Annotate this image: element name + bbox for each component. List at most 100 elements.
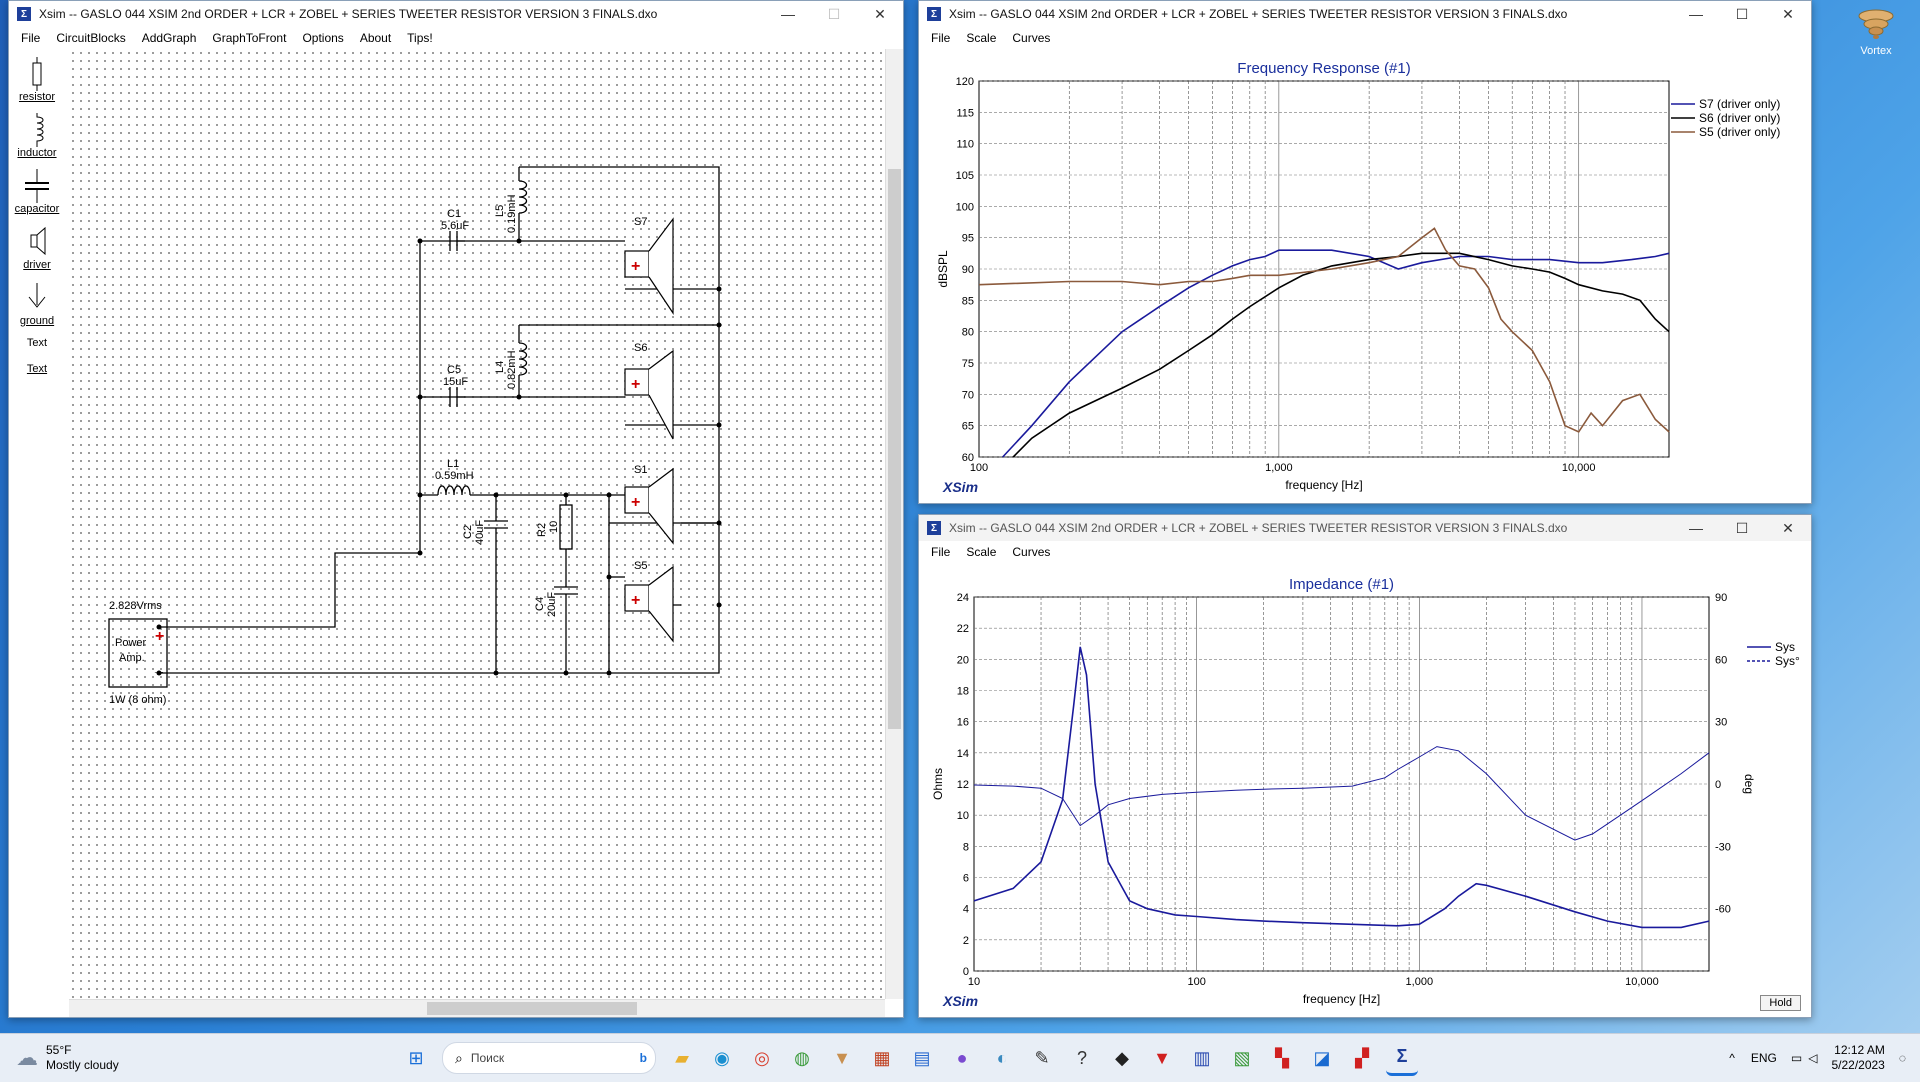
tool-resistor[interactable]: resistor	[9, 57, 65, 103]
horizontal-scrollbar[interactable]	[69, 999, 885, 1017]
menu-options[interactable]: Options	[294, 31, 351, 45]
menu-scale[interactable]: Scale	[958, 31, 1004, 45]
tool-ground[interactable]: ground	[9, 281, 65, 327]
clock-time: 12:12 AM	[1834, 1043, 1885, 1057]
title-bar[interactable]: Σ Xsim -- GASLO 044 XSIM 2nd ORDER + LCR…	[919, 515, 1811, 541]
menu-graphtofront[interactable]: GraphToFront	[204, 31, 294, 45]
help-icon[interactable]: ?	[1066, 1042, 1098, 1074]
y-tick-label: 110	[956, 139, 974, 151]
app-icon-blue[interactable]: ◪	[1306, 1042, 1338, 1074]
maximize-button[interactable]: ☐	[811, 1, 857, 27]
r2-label: R2	[536, 523, 548, 537]
menu-about[interactable]: About	[352, 31, 399, 45]
app-icon-green[interactable]: ◍	[786, 1042, 818, 1074]
driver-icon	[30, 226, 46, 256]
xsim-taskbar-icon[interactable]: Σ	[1386, 1041, 1418, 1076]
search-box[interactable]: ⌕ Поиск b	[442, 1042, 656, 1074]
inductor-icon	[36, 113, 44, 147]
s5-label: S5	[634, 560, 647, 572]
menu-addgraph[interactable]: AddGraph	[134, 31, 205, 45]
l1-label: L1	[447, 458, 459, 470]
scroll-thumb[interactable]	[888, 169, 901, 729]
tool-capacitor[interactable]: capacitor	[9, 169, 65, 215]
x-tick-label: 10	[968, 976, 980, 988]
y2-tick-label: -30	[1715, 841, 1731, 853]
app-icon-multi[interactable]: ▞	[1346, 1042, 1378, 1074]
app-icon-red[interactable]: ▼	[1146, 1042, 1178, 1074]
hold-button[interactable]: Hold	[1760, 995, 1801, 1011]
maximize-button[interactable]: ☐	[1719, 515, 1765, 541]
weather-widget[interactable]: ☁ 55°F Mostly cloudy	[16, 1043, 396, 1073]
tool-label: ground	[19, 315, 55, 327]
menu-bar: File CircuitBlocks AddGraph GraphToFront…	[9, 27, 903, 49]
menu-file[interactable]: File	[923, 545, 958, 559]
legend-label: Sys°	[1775, 654, 1800, 668]
menu-curves[interactable]: Curves	[1004, 31, 1058, 45]
chevron-up-icon[interactable]: ^	[1729, 1051, 1735, 1065]
tool-text[interactable]: Text	[9, 337, 65, 349]
app-icon-grid[interactable]: ▦	[866, 1042, 898, 1074]
minimize-button[interactable]: —	[765, 1, 811, 27]
x-tick-label: 10,000	[1562, 462, 1596, 474]
maximize-button[interactable]: ☐	[1719, 1, 1765, 27]
notepad-icon[interactable]: ▤	[906, 1042, 938, 1074]
menu-circuitblocks[interactable]: CircuitBlocks	[48, 31, 133, 45]
start-button[interactable]: ⊞	[400, 1042, 432, 1074]
desktop-icon-vortex[interactable]: Vortex	[1846, 8, 1906, 57]
title-bar[interactable]: Σ Xsim -- GASLO 044 XSIM 2nd ORDER + LCR…	[919, 1, 1811, 27]
y-tick-label: 120	[956, 76, 974, 88]
app-icon-dark[interactable]: ◆	[1106, 1042, 1138, 1074]
y-tick-label: 6	[963, 873, 969, 885]
frequency-response-chart[interactable]: 6065707580859095100105110115120100 1,000 1…	[919, 49, 1811, 503]
resistor-icon	[32, 57, 42, 91]
tool-inductor[interactable]: inductor	[9, 113, 65, 159]
chrome-icon[interactable]: ◎	[746, 1042, 778, 1074]
svg-text:+: +	[631, 376, 640, 393]
menu-file[interactable]: File	[13, 31, 48, 45]
close-button[interactable]: ✕	[1765, 1, 1811, 27]
feed-wire	[159, 240, 465, 628]
notification-icon[interactable]: ◌	[1899, 1051, 1906, 1065]
x-tick-label: 10,000	[1625, 976, 1659, 988]
cloud-icon: ☁	[16, 1045, 38, 1070]
edge-icon[interactable]: ◉	[706, 1042, 738, 1074]
menu-scale[interactable]: Scale	[958, 545, 1004, 559]
y-tick-label: 10	[957, 810, 969, 822]
impedance-chart[interactable]: 02468101214161820222410 100 1,000 10,000-60…	[919, 563, 1811, 1017]
chart-app-icon[interactable]: ▧	[1226, 1042, 1258, 1074]
schematic-canvas[interactable]: + + + + + _ C1 5.6uF L5 0.19mH S7 C5 15u…	[69, 49, 885, 999]
title-bar[interactable]: Σ Xsim -- GASLO 044 XSIM 2nd ORDER + LCR…	[9, 1, 903, 27]
menu-file[interactable]: File	[923, 31, 958, 45]
window-title: Xsim -- GASLO 044 XSIM 2nd ORDER + LCR +…	[949, 521, 1568, 535]
menu-tips[interactable]: Tips!	[399, 31, 441, 45]
pen-icon[interactable]: ✎	[1026, 1042, 1058, 1074]
file-explorer-icon[interactable]: ▰	[666, 1042, 698, 1074]
scroll-thumb[interactable]	[427, 1002, 637, 1015]
tool-label: driver	[23, 259, 51, 271]
language-indicator[interactable]: ENG	[1751, 1051, 1777, 1065]
globe-icon[interactable]: ◐	[986, 1042, 1018, 1074]
close-button[interactable]: ✕	[1765, 515, 1811, 541]
vortex-taskbar-icon[interactable]: ▼	[826, 1042, 858, 1074]
taskbar: ☁ 55°F Mostly cloudy ⊞ ⌕ Поиск b ▰ ◉ ◎ ◍…	[0, 1033, 1920, 1082]
menu-curves[interactable]: Curves	[1004, 545, 1058, 559]
x-axis-label: frequency [Hz]	[1303, 992, 1380, 1006]
tool-text-underlined[interactable]: Text	[9, 363, 65, 375]
minimize-button[interactable]: —	[1673, 1, 1719, 27]
close-button[interactable]: ✕	[857, 1, 903, 27]
clock[interactable]: 12:12 AM 5/22/2023	[1831, 1043, 1884, 1073]
tool-driver[interactable]: driver	[9, 225, 65, 271]
display-icon[interactable]: ▭	[1791, 1051, 1802, 1065]
app-icon-blocks[interactable]: ▚	[1266, 1042, 1298, 1074]
vertical-scrollbar[interactable]	[885, 49, 903, 999]
chat-icon[interactable]: ●	[946, 1042, 978, 1074]
y-tick-label: 22	[957, 623, 969, 635]
x-tick-label: 100	[1187, 976, 1205, 988]
clock-date: 5/22/2023	[1831, 1058, 1885, 1072]
weather-desc: Mostly cloudy	[46, 1058, 119, 1072]
ground-icon	[28, 283, 46, 308]
volume-icon[interactable]: ◁	[1808, 1051, 1817, 1065]
minimize-button[interactable]: —	[1673, 515, 1719, 541]
calculator-icon[interactable]: ▥	[1186, 1042, 1218, 1074]
xsim-brand: XSim	[943, 993, 979, 1009]
